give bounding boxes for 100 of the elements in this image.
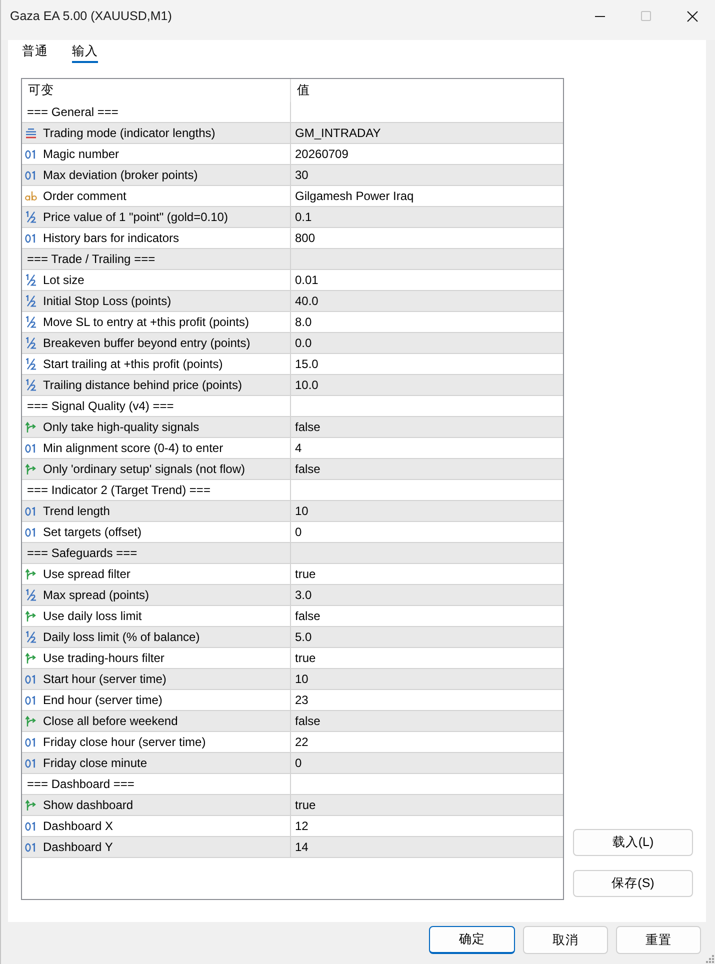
parameter-row[interactable]: Trend length 10 <box>22 501 563 522</box>
parameter-row[interactable]: Use spread filter true <box>22 564 563 585</box>
parameter-value[interactable]: 12 <box>291 816 563 836</box>
parameter-row[interactable]: Dashboard Y 14 <box>22 837 563 858</box>
fraction-icon <box>25 211 37 223</box>
parameter-value[interactable]: 3.0 <box>291 585 563 605</box>
section-title: === Indicator 2 (Target Trend) === <box>27 482 210 499</box>
parameter-value[interactable]: false <box>291 459 563 479</box>
parameter-value[interactable]: 22 <box>291 732 563 752</box>
parameter-row[interactable]: Start hour (server time) 10 <box>22 669 563 690</box>
parameter-row[interactable]: Daily loss limit (% of balance) 5.0 <box>22 627 563 648</box>
parameter-row[interactable]: History bars for indicators 800 <box>22 228 563 249</box>
parameter-row[interactable]: Only take high-quality signals false <box>22 417 563 438</box>
section-row[interactable]: === General === <box>22 102 563 123</box>
parameter-row[interactable]: Trading mode (indicator lengths) GM_INTRADAY <box>22 123 563 144</box>
parameter-row[interactable]: Friday close minute 0 <box>22 753 563 774</box>
parameter-value[interactable]: 4 <box>291 438 563 458</box>
parameter-name: Only 'ordinary setup' signals (not flow) <box>43 461 246 478</box>
section-title: === Signal Quality (v4) === <box>27 398 174 415</box>
digits-icon <box>25 738 37 746</box>
parameter-value[interactable]: 10 <box>291 669 563 689</box>
parameter-value[interactable]: 5.0 <box>291 627 563 647</box>
parameter-value[interactable]: 14 <box>291 837 563 857</box>
parameter-row[interactable]: Move SL to entry at +this profit (points) 8.0 <box>22 312 563 333</box>
parameter-row[interactable]: Magic number 20260709 <box>22 144 563 165</box>
digits-icon <box>25 234 37 242</box>
digits-icon <box>25 444 37 452</box>
parameter-row[interactable]: Start trailing at +this profit (points) 15.0 <box>22 354 563 375</box>
parameter-value[interactable]: 0.01 <box>291 270 563 290</box>
parameter-value[interactable]: 0.0 <box>291 333 563 353</box>
branch-arrow-icon <box>25 799 37 811</box>
parameter-name: Trailing distance behind price (points) <box>43 377 242 394</box>
parameter-row[interactable]: Friday close hour (server time) 22 <box>22 732 563 753</box>
digits-icon <box>25 822 37 830</box>
parameter-row[interactable]: Show dashboard true <box>22 795 563 816</box>
parameter-row[interactable]: Set targets (offset) 0 <box>22 522 563 543</box>
column-header[interactable]: 值 <box>291 79 563 102</box>
parameter-name: Order comment <box>43 188 126 205</box>
parameter-value[interactable]: true <box>291 648 563 668</box>
parameter-value[interactable]: Gilgamesh Power Iraq <box>291 186 563 206</box>
parameter-row[interactable]: Max deviation (broker points) 30 <box>22 165 563 186</box>
parameter-value[interactable]: true <box>291 564 563 584</box>
parameter-row[interactable]: Trailing distance behind price (points) 10.0 <box>22 375 563 396</box>
parameter-value[interactable]: 800 <box>291 228 563 248</box>
load-button[interactable]: 载入(L) <box>573 829 693 856</box>
parameter-name: Initial Stop Loss (points) <box>43 293 172 310</box>
parameter-value[interactable]: true <box>291 795 563 815</box>
parameter-row[interactable]: End hour (server time) 23 <box>22 690 563 711</box>
parameter-value[interactable]: 15.0 <box>291 354 563 374</box>
parameter-row[interactable]: Dashboard X 12 <box>22 816 563 837</box>
parameter-row[interactable]: Close all before weekend false <box>22 711 563 732</box>
parameter-value[interactable]: false <box>291 711 563 731</box>
section-row[interactable]: === Indicator 2 (Target Trend) === <box>22 480 563 501</box>
parameter-value[interactable]: 23 <box>291 690 563 710</box>
parameter-value[interactable]: 0 <box>291 522 563 542</box>
parameter-value[interactable]: 20260709 <box>291 144 563 164</box>
parameter-row[interactable]: Price value of 1 "point" (gold=0.10) 0.1 <box>22 207 563 228</box>
parameter-name: Magic number <box>43 146 120 163</box>
section-title: === General === <box>27 104 118 121</box>
tab[interactable]: 普通 <box>22 42 48 63</box>
parameter-name: Max deviation (broker points) <box>43 167 198 184</box>
dialog-button[interactable]: 重置 <box>616 926 701 954</box>
parameter-row[interactable]: Initial Stop Loss (points) 40.0 <box>22 291 563 312</box>
dialog-button[interactable]: 取消 <box>523 926 608 954</box>
digits-icon <box>25 758 37 768</box>
fraction-icon <box>25 631 37 643</box>
section-row[interactable]: === Safeguards === <box>22 543 563 564</box>
parameter-value[interactable]: 8.0 <box>291 312 563 332</box>
parameter-value[interactable]: false <box>291 606 563 626</box>
branch-arrow-icon <box>25 568 37 580</box>
parameter-row[interactable]: Min alignment score (0-4) to enter 4 <box>22 438 563 459</box>
parameter-value[interactable]: 40.0 <box>291 291 563 311</box>
parameter-name: Friday close hour (server time) <box>43 734 206 751</box>
parameter-name: Use trading-hours filter <box>43 650 164 667</box>
parameter-row[interactable]: Max spread (points) 3.0 <box>22 585 563 606</box>
save-button[interactable]: 保存(S) <box>573 870 693 897</box>
parameter-value[interactable]: GM_INTRADAY <box>291 123 563 143</box>
section-row[interactable]: === Trade / Trailing === <box>22 249 563 270</box>
parameter-row[interactable]: Lot size 0.01 <box>22 270 563 291</box>
parameter-row[interactable]: Order comment Gilgamesh Power Iraq <box>22 186 563 207</box>
digits-icon <box>25 506 37 516</box>
tab[interactable]: 输入 <box>72 42 98 63</box>
parameter-value[interactable]: 30 <box>291 165 563 185</box>
fraction-icon <box>25 295 37 307</box>
maximize-icon <box>641 11 651 21</box>
parameter-value[interactable]: 0.1 <box>291 207 563 227</box>
dialog-button[interactable]: 确定 <box>429 926 515 954</box>
parameter-value[interactable]: 10.0 <box>291 375 563 395</box>
parameter-name: Trading mode (indicator lengths) <box>43 125 216 142</box>
parameter-value[interactable]: 10 <box>291 501 563 521</box>
parameter-row[interactable]: Use daily loss limit false <box>22 606 563 627</box>
parameter-value[interactable]: false <box>291 417 563 437</box>
section-row[interactable]: === Signal Quality (v4) === <box>22 396 563 417</box>
parameter-row[interactable]: Use trading-hours filter true <box>22 648 563 669</box>
parameter-row[interactable]: Breakeven buffer beyond entry (points) 0.0 <box>22 333 563 354</box>
parameter-value[interactable]: 0 <box>291 753 563 773</box>
digits-icon <box>25 150 37 158</box>
section-row[interactable]: === Dashboard === <box>22 774 563 795</box>
resize-grip-icon[interactable] <box>706 955 714 963</box>
parameter-row[interactable]: Only 'ordinary setup' signals (not flow) false <box>22 459 563 480</box>
